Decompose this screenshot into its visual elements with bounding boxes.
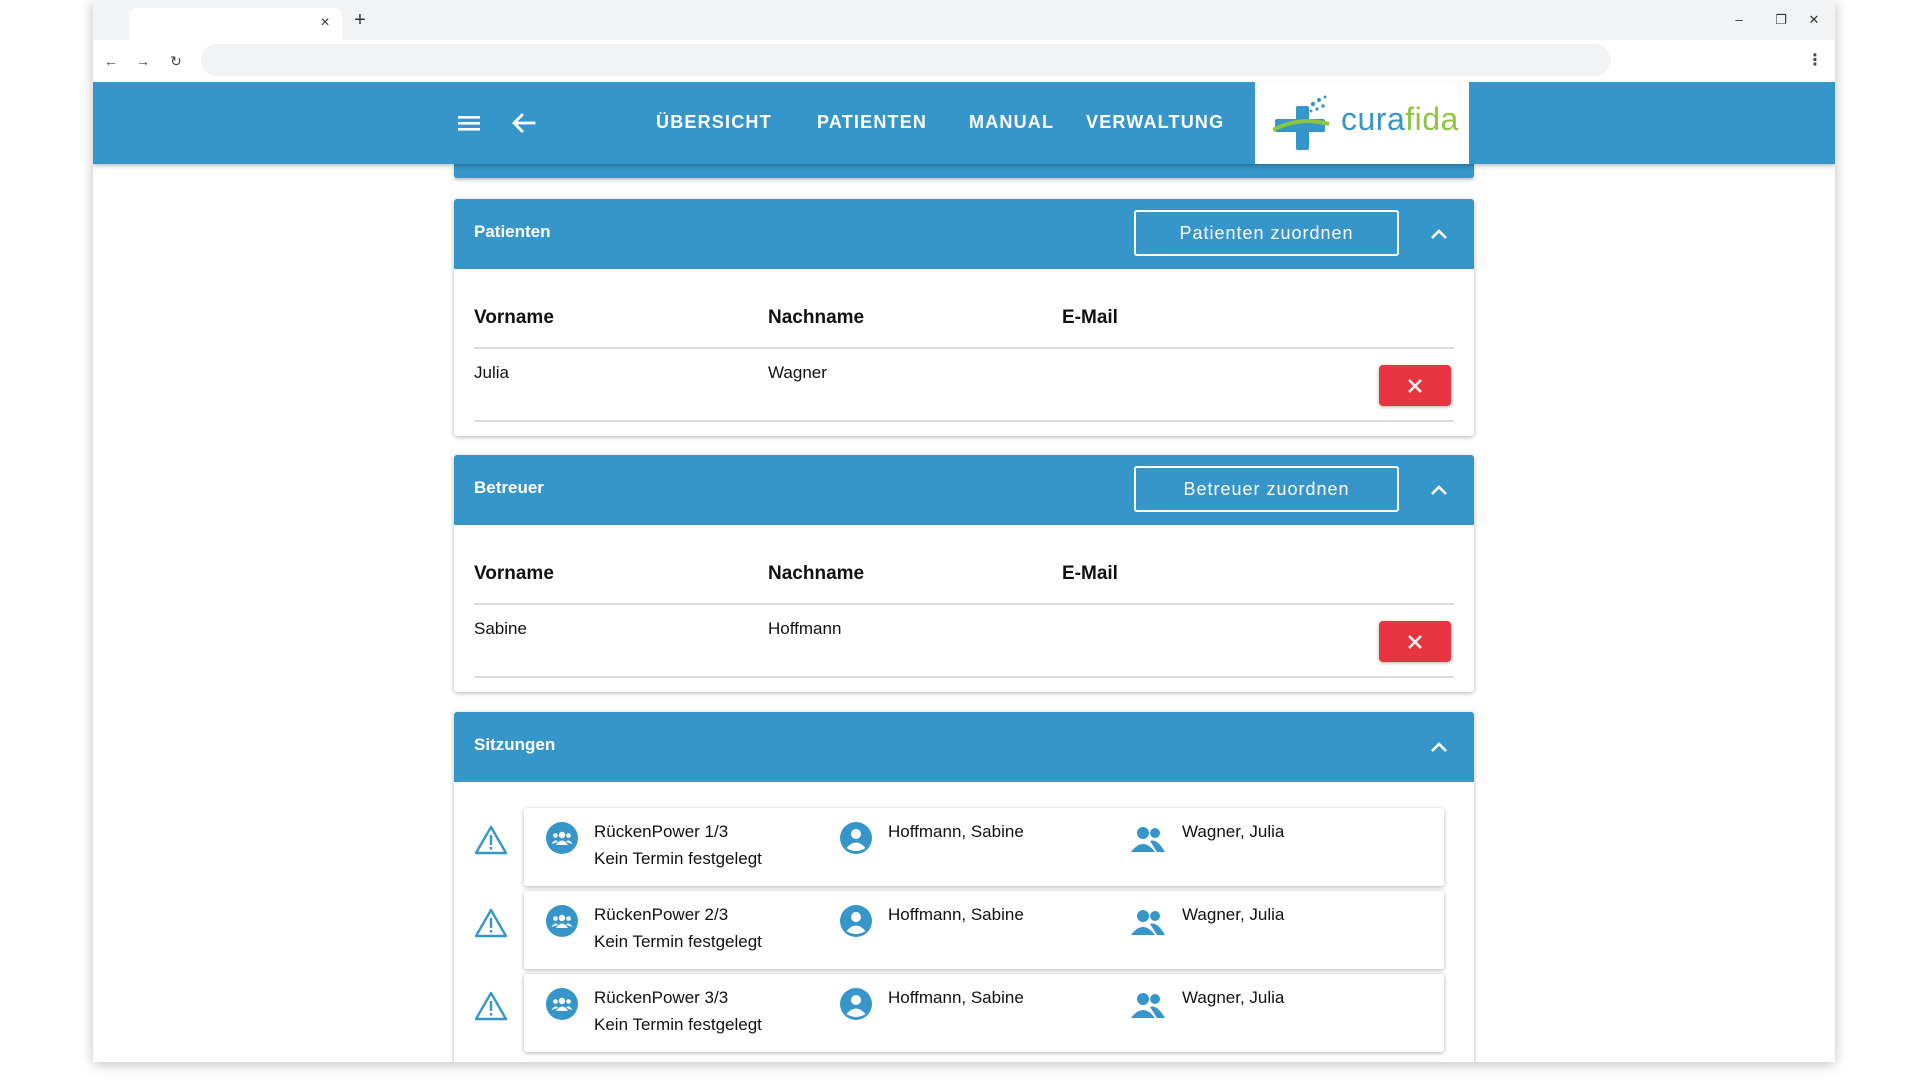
column-header-vorname: Vorname	[474, 307, 554, 328]
nav-manual[interactable]: MANUAL	[969, 112, 1054, 133]
session-item: RückenPower 2/3 Kein Termin festgelegt H…	[474, 891, 1454, 969]
assign-patients-button[interactable]: Patienten zuordnen	[1134, 210, 1399, 256]
address-bar[interactable]	[201, 44, 1611, 76]
back-nav-icon[interactable]: ←	[99, 49, 123, 73]
main-content[interactable]: Patienten Patienten zuordnen Vorname Nac…	[93, 164, 1835, 1062]
collapse-sessions-chevron-up-icon[interactable]	[1426, 734, 1452, 760]
column-header-nachname: Nachname	[768, 307, 865, 328]
session-status: Kein Termin festgelegt	[594, 1015, 762, 1034]
session-therapist: Hoffmann, Sabine	[888, 905, 1024, 924]
session-patient: Wagner, Julia	[1182, 988, 1285, 1007]
sessions-panel: Sitzungen RückenPower 1/3 Kein Termin fe…	[454, 712, 1474, 1062]
logo-text: curafida	[1341, 101, 1459, 138]
sessions-panel-title: Sitzungen	[474, 735, 556, 754]
reload-icon[interactable]: ↻	[164, 49, 188, 73]
column-header-vorname: Vorname	[474, 563, 554, 584]
previous-panel-edge	[454, 164, 1474, 178]
patients-panel-header: Patienten Patienten zuordnen	[454, 199, 1474, 269]
people-icon	[1131, 993, 1165, 1018]
patient-last-name: Wagner	[768, 363, 827, 382]
warning-icon	[474, 991, 508, 1021]
column-header-nachname: Nachname	[768, 563, 865, 584]
remove-caregiver-button[interactable]	[1379, 621, 1451, 662]
people-icon	[1131, 827, 1165, 852]
logo-text-cura: cura	[1341, 101, 1406, 137]
group-icon	[546, 988, 578, 1020]
remove-patient-button[interactable]	[1379, 365, 1451, 406]
close-icon	[1408, 378, 1422, 393]
sessions-panel-header: Sitzungen	[454, 712, 1474, 782]
collapse-caregivers-chevron-up-icon[interactable]	[1426, 477, 1452, 503]
browser-menu-icon[interactable]: ⋮	[1805, 49, 1825, 73]
column-header-email: E-Mail	[1062, 563, 1118, 584]
nav-verwaltung[interactable]: VERWALTUNG	[1086, 112, 1224, 133]
nav-uebersicht[interactable]: ÜBERSICHT	[656, 112, 772, 133]
session-card[interactable]: RückenPower 1/3 Kein Termin festgelegt H…	[524, 808, 1444, 886]
table-row: Julia Wagner	[474, 349, 1454, 422]
patient-first-name: Julia	[474, 363, 509, 382]
user-circle-icon	[840, 905, 872, 937]
curafida-logo[interactable]: curafida	[1255, 82, 1469, 164]
patients-panel: Patienten Patienten zuordnen Vorname Nac…	[454, 199, 1474, 436]
hamburger-menu-icon[interactable]	[455, 110, 483, 136]
table-header-row: Vorname Nachname E-Mail	[474, 269, 1454, 349]
user-circle-icon	[840, 822, 872, 854]
logo-text-fida: fida	[1405, 101, 1459, 137]
session-patient: Wagner, Julia	[1182, 905, 1285, 924]
patients-table: Vorname Nachname E-Mail Julia Wagner	[474, 269, 1454, 422]
window-close-icon[interactable]: ✕	[1802, 8, 1826, 32]
browser-toolbar: ← → ↻ ⋮	[93, 40, 1835, 82]
session-item: RückenPower 3/3 Kein Termin festgelegt H…	[474, 974, 1454, 1052]
session-status: Kein Termin festgelegt	[594, 932, 762, 951]
app-header: ÜBERSICHT PATIENTEN MANUAL VERWALTUNG cu…	[93, 82, 1835, 164]
minimize-icon[interactable]: –	[1727, 8, 1751, 32]
group-icon	[546, 905, 578, 937]
forward-nav-icon[interactable]: →	[131, 49, 155, 73]
nav-patienten[interactable]: PATIENTEN	[817, 112, 927, 133]
patients-panel-title: Patienten	[474, 222, 551, 241]
session-title: RückenPower 3/3	[594, 988, 729, 1007]
people-icon	[1131, 910, 1165, 935]
session-therapist: Hoffmann, Sabine	[888, 988, 1024, 1007]
column-header-email: E-Mail	[1062, 307, 1118, 328]
caregivers-table: Vorname Nachname E-Mail Sabine Hoffmann	[474, 525, 1454, 678]
group-icon	[546, 822, 578, 854]
user-circle-icon	[840, 988, 872, 1020]
collapse-patients-chevron-up-icon[interactable]	[1426, 221, 1452, 247]
tab-strip: × + – ❐ ✕	[93, 0, 1835, 40]
warning-icon	[474, 825, 508, 855]
restore-icon[interactable]: ❐	[1769, 8, 1793, 32]
session-card[interactable]: RückenPower 2/3 Kein Termin festgelegt H…	[524, 891, 1444, 969]
browser-window: × + – ❐ ✕ ← → ↻ ⋮ ÜBERSICHT PATIENTEN MA…	[93, 0, 1835, 1062]
table-header-row: Vorname Nachname E-Mail	[474, 525, 1454, 605]
assign-caregivers-button[interactable]: Betreuer zuordnen	[1134, 466, 1399, 512]
caregivers-panel-title: Betreuer	[474, 478, 544, 497]
warning-icon	[474, 908, 508, 938]
session-therapist: Hoffmann, Sabine	[888, 822, 1024, 841]
close-icon	[1408, 634, 1422, 649]
logo-cross-icon	[1273, 95, 1330, 150]
session-title: RückenPower 2/3	[594, 905, 729, 924]
back-arrow-icon[interactable]	[509, 110, 537, 136]
session-patient: Wagner, Julia	[1182, 822, 1285, 841]
new-tab-icon[interactable]: +	[347, 7, 373, 33]
caregiver-first-name: Sabine	[474, 619, 527, 638]
caregiver-last-name: Hoffmann	[768, 619, 842, 638]
table-row: Sabine Hoffmann	[474, 605, 1454, 678]
browser-tab[interactable]: ×	[129, 8, 342, 40]
session-title: RückenPower 1/3	[594, 822, 729, 841]
session-card[interactable]: RückenPower 3/3 Kein Termin festgelegt H…	[524, 974, 1444, 1052]
caregivers-panel-header: Betreuer Betreuer zuordnen	[454, 455, 1474, 525]
session-item: RückenPower 1/3 Kein Termin festgelegt H…	[474, 808, 1454, 886]
tab-close-icon[interactable]: ×	[314, 12, 336, 34]
caregivers-panel: Betreuer Betreuer zuordnen Vorname Nachn…	[454, 455, 1474, 692]
session-status: Kein Termin festgelegt	[594, 849, 762, 868]
